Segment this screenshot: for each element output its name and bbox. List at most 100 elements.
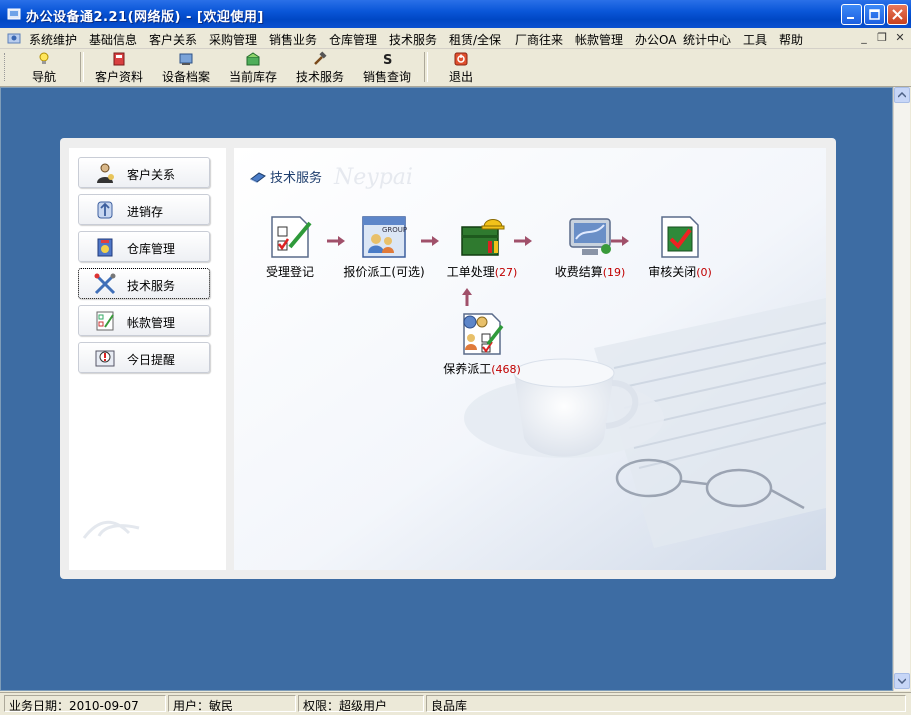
step-quote-dispatch[interactable]: GROUP 报价派工(可选)	[336, 213, 432, 280]
maximize-button[interactable]	[864, 4, 885, 25]
menu-bar: 系统维护 基础信息 客户关系 采购管理 销售业务 仓库管理 技术服务 租赁/全保…	[0, 28, 911, 49]
customer-book-icon	[113, 52, 125, 66]
menu-help[interactable]: 帮助	[779, 31, 803, 48]
step-settle-label: 收费结算	[554, 265, 603, 279]
inventory-icon	[246, 52, 260, 66]
warehouse-icon	[97, 238, 113, 257]
menu-customer[interactable]: 客户关系	[149, 31, 197, 48]
check-doc-icon	[661, 216, 699, 258]
s-letter-icon: S	[383, 53, 392, 67]
menu-basic-info[interactable]: 基础信息	[89, 31, 137, 48]
coffee-newspaper-background: Neypai	[234, 148, 826, 570]
toolbar-device-label: 设备档案	[161, 70, 210, 84]
step-quote-label: 报价派工(可选)	[343, 265, 425, 279]
chevron-up-icon	[898, 92, 906, 98]
toolbar-inventory-button[interactable]: 当前库存	[226, 51, 280, 84]
mdi-restore-icon[interactable]: ❐	[875, 31, 889, 44]
scroll-up-button[interactable]	[894, 87, 910, 103]
nav-warehouse[interactable]: 仓库管理	[78, 231, 210, 262]
lightbulb-icon	[39, 52, 49, 64]
step-accept-registration[interactable]: 受理登记	[260, 213, 320, 280]
mdi-minimize-icon[interactable]: _	[857, 31, 871, 44]
menu-system[interactable]: 系统维护	[29, 31, 77, 48]
minimize-button[interactable]	[841, 4, 862, 25]
step-work-order[interactable]: 工单处理(27)	[440, 213, 524, 280]
nav-tech-service[interactable]: 技术服务	[78, 268, 210, 299]
step-close-label: 审核关闭	[648, 265, 697, 279]
toolbar-device-button[interactable]: 设备档案	[159, 51, 213, 84]
menu-office-oa[interactable]: 办公OA	[635, 31, 676, 48]
nav-today-reminder[interactable]: 今日提醒	[78, 342, 210, 373]
mdi-close-icon[interactable]: ✕	[893, 31, 907, 44]
arrow-right-icon	[421, 236, 439, 246]
menu-purchase[interactable]: 采购管理	[209, 31, 257, 48]
menu-statistics[interactable]: 统计中心	[683, 31, 731, 48]
minimize-icon	[847, 17, 854, 19]
status-user: 用户：敏民	[168, 695, 296, 712]
toolbar-separator	[80, 52, 84, 82]
checklist-icon	[96, 311, 114, 331]
step-workorder-label: 工单处理	[446, 265, 495, 279]
device-file-icon	[179, 53, 193, 65]
step-settle-count: (19)	[602, 266, 626, 279]
menu-tech-service[interactable]: 技术服务	[389, 31, 437, 48]
power-icon	[454, 52, 468, 66]
maintenance-checklist-icon	[463, 313, 504, 355]
monitor-settlement-icon	[569, 218, 611, 255]
menu-sales[interactable]: 销售业务	[269, 31, 317, 48]
status-role: 权限：超级用户	[298, 695, 424, 712]
form-check-icon	[271, 216, 312, 258]
toolbar-nav-label: 导航	[31, 70, 56, 84]
close-button[interactable]	[887, 4, 908, 25]
svg-text:GROUP: GROUP	[382, 226, 407, 234]
toolbar-tech-button[interactable]: 技术服务	[293, 51, 347, 84]
step-charge-settlement[interactable]: 收费结算(19)	[548, 213, 632, 280]
toolbar-customer-button[interactable]: 客户资料	[92, 51, 146, 84]
toolbar-inventory-label: 当前库存	[228, 70, 277, 84]
scroll-down-button[interactable]	[894, 673, 910, 689]
nav-accounts[interactable]: 帐款管理	[78, 305, 210, 336]
trade-icon	[97, 201, 113, 219]
menu-warehouse[interactable]: 仓库管理	[329, 31, 377, 48]
status-business-date: 业务日期：2010-09-07	[4, 695, 166, 712]
mdi-child-icon[interactable]	[6, 30, 22, 46]
nav-today-reminder-label: 今日提醒	[127, 353, 176, 367]
toolbar-exit-button[interactable]: 退出	[446, 51, 476, 84]
nav-customer-relations[interactable]: 客户关系	[78, 157, 210, 188]
step-maintenance-label: 保养派工	[443, 362, 492, 376]
toolbar-separator	[424, 52, 428, 82]
toolbar-grip[interactable]	[4, 53, 8, 81]
arrow-right-icon	[611, 236, 629, 246]
book-icon	[250, 172, 266, 183]
status-bar: 业务日期：2010-09-07 用户：敏民 权限：超级用户 良品库	[0, 692, 911, 715]
svg-text:S: S	[383, 53, 392, 67]
menu-accounts[interactable]: 帐款管理	[575, 31, 623, 48]
toolbar-sales-query-button[interactable]: S 销售查询	[360, 51, 414, 84]
step-maintenance-dispatch[interactable]: 保养派工(468)	[440, 310, 524, 377]
step-review-close[interactable]: 审核关闭(0)	[642, 213, 718, 280]
nav-accounts-label: 帐款管理	[127, 316, 176, 330]
vertical-scrollbar[interactable]	[893, 87, 910, 691]
floral-watermark	[82, 520, 140, 539]
title-bar: 办公设备通2.21(网络版) - [欢迎使用]	[0, 0, 911, 28]
toolbox-helmet-icon	[461, 219, 505, 256]
nav-warehouse-label: 仓库管理	[127, 242, 176, 256]
nav-trade[interactable]: 进销存	[78, 194, 210, 225]
menu-tools[interactable]: 工具	[743, 31, 767, 48]
toolbar-tech-label: 技术服务	[295, 70, 344, 84]
menu-vendor[interactable]: 厂商往来	[515, 31, 563, 48]
window-title: 办公设备通2.21(网络版) - [欢迎使用]	[26, 10, 264, 25]
step-workorder-count: (27)	[494, 266, 518, 279]
toolbar-customer-label: 客户资料	[94, 70, 143, 84]
menu-lease[interactable]: 租赁/全保	[449, 31, 501, 48]
toolbar-sales-query-label: 销售查询	[362, 70, 411, 84]
status-warehouse: 良品库	[426, 695, 906, 712]
alert-icon	[95, 350, 115, 367]
app-icon	[7, 8, 21, 20]
toolbar-nav-button[interactable]: 导航	[27, 51, 61, 84]
watermark-text: Neypai	[333, 165, 413, 190]
step-maintenance-count: (468)	[491, 363, 521, 376]
section-title: 技术服务	[250, 167, 322, 186]
section-title-text: 技术服务	[270, 171, 323, 186]
toolbar: 导航 客户资料 设备档案 当前库存 技术服务 S 销售查询 退出	[0, 49, 911, 87]
